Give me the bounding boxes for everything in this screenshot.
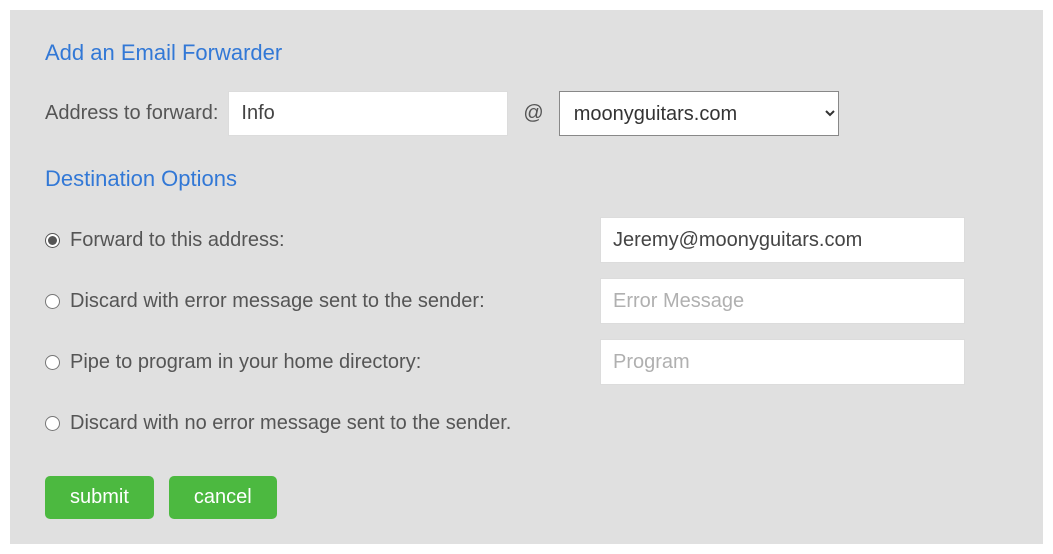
forward-label: Forward to this address:: [70, 229, 285, 252]
discard-noerror-radio[interactable]: [45, 416, 60, 431]
address-row: Address to forward: @ moonyguitars.com: [45, 91, 1008, 136]
email-forwarder-panel: Add an Email Forwarder Address to forwar…: [10, 10, 1043, 544]
discard-noerror-label: Discard with no error message sent to th…: [70, 412, 511, 435]
pipe-radio[interactable]: [45, 355, 60, 370]
option-pipe-row: Pipe to program in your home directory:: [45, 339, 1008, 385]
pipe-label: Pipe to program in your home directory:: [70, 351, 421, 374]
add-forwarder-heading: Add an Email Forwarder: [45, 40, 1008, 66]
at-symbol: @: [523, 102, 543, 125]
option-discard-error-row: Discard with error message sent to the s…: [45, 278, 1008, 324]
forward-radio[interactable]: [45, 233, 60, 248]
cancel-button[interactable]: cancel: [169, 476, 277, 519]
program-input[interactable]: [600, 339, 965, 385]
error-message-input[interactable]: [600, 278, 965, 324]
discard-error-label: Discard with error message sent to the s…: [70, 290, 485, 313]
domain-select[interactable]: moonyguitars.com: [559, 91, 839, 136]
destination-options-heading: Destination Options: [45, 166, 1008, 192]
forward-address-input[interactable]: [600, 217, 965, 263]
discard-error-radio[interactable]: [45, 294, 60, 309]
button-row: submit cancel: [45, 476, 1008, 519]
option-discard-noerror-row: Discard with no error message sent to th…: [45, 400, 1008, 446]
option-forward-row: Forward to this address:: [45, 217, 1008, 263]
submit-button[interactable]: submit: [45, 476, 154, 519]
address-input[interactable]: [228, 91, 508, 136]
address-label: Address to forward:: [45, 102, 218, 125]
